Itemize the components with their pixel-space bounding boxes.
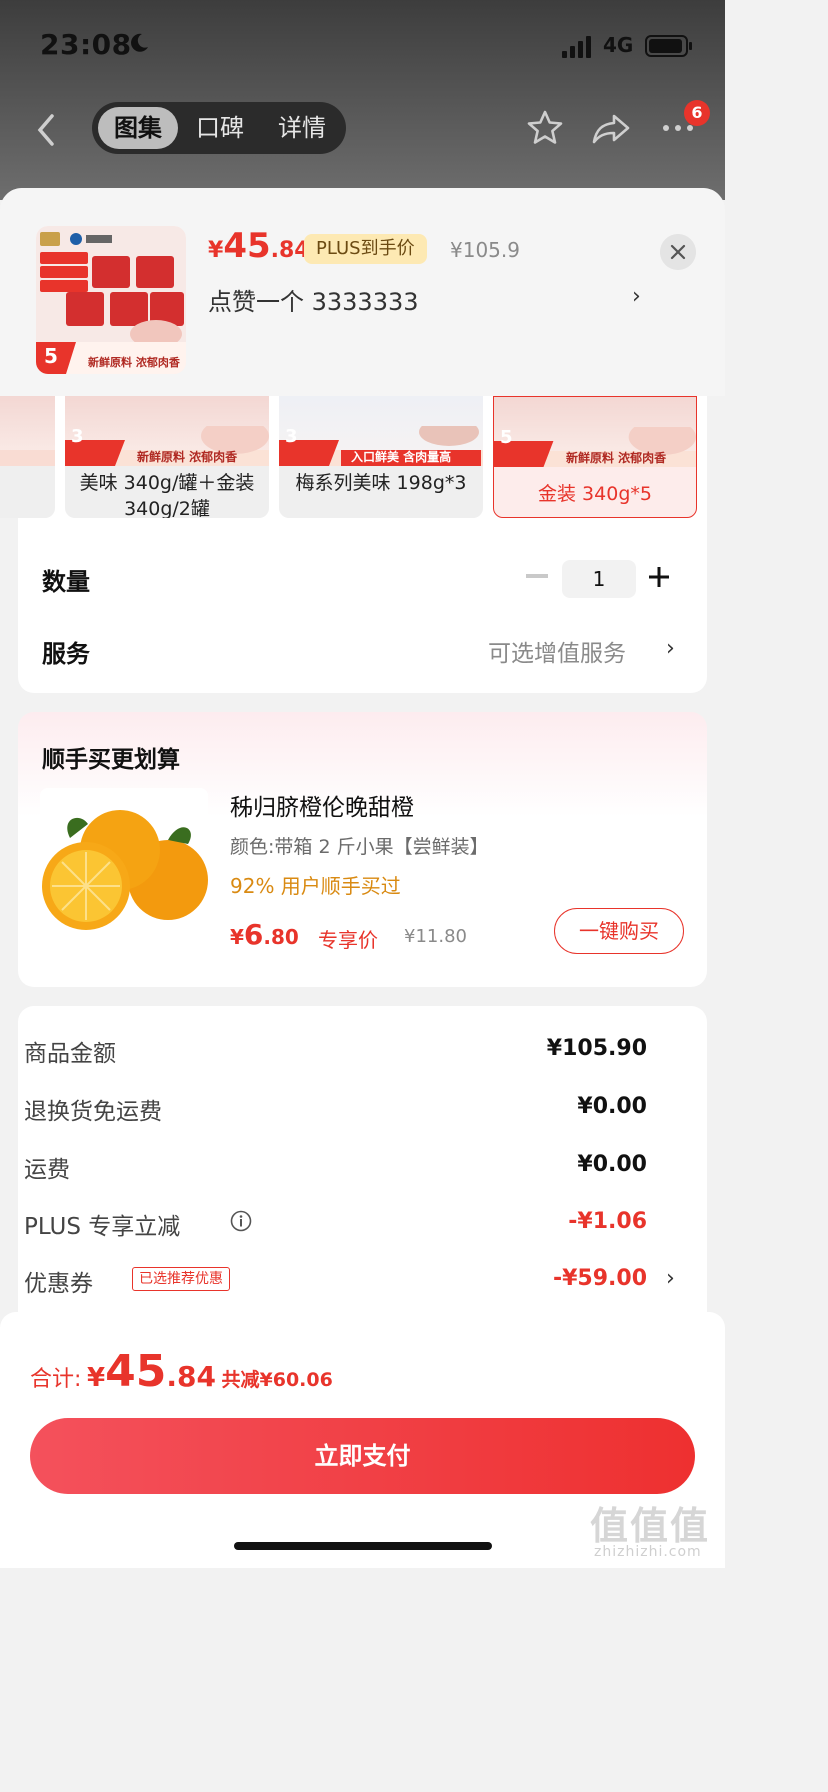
network-type: 4G — [603, 33, 634, 57]
watermark: 值值值 — [590, 1504, 711, 1548]
plus-price-tag: PLUS到手价 — [304, 234, 427, 264]
service-label: 服务 — [42, 640, 90, 668]
summary-value: ¥105.90 — [546, 1036, 647, 1061]
bundle-title: 顺手买更划算 — [42, 747, 180, 773]
battery-icon — [645, 35, 692, 57]
product-image — [36, 226, 186, 374]
home-indicator — [234, 1542, 492, 1550]
price-integer: 45 — [105, 1346, 167, 1397]
quantity-label: 数量 — [42, 568, 90, 596]
share-icon[interactable] — [590, 108, 632, 148]
product-nav-bar: 图集 口碑 详情 6 — [0, 100, 725, 158]
product-thumbnail: 5 新鲜原料 浓郁肉香 — [36, 226, 186, 374]
status-bar: 23:08 4G — [0, 0, 725, 90]
service-value[interactable]: 可选增值服务 — [488, 634, 626, 668]
bundle-price: ¥6.80 — [230, 918, 299, 951]
tab-reviews[interactable]: 口碑 — [180, 107, 260, 149]
tab-details[interactable]: 详情 — [262, 107, 342, 149]
moon-icon — [131, 33, 148, 52]
coupon-tag: 已选推荐优惠 — [132, 1267, 230, 1291]
variant-label: 美味 340g/罐＋金装 340g/2罐 — [79, 472, 255, 518]
variant-option-selected[interactable]: 5 新鲜原料 浓郁肉香 金装 340g*5 — [493, 396, 697, 518]
variant-label: 梅系列美味 198g*3 — [295, 472, 467, 494]
original-price: ¥105.9 — [450, 238, 520, 262]
selected-spec[interactable]: 点赞一个 3333333 — [208, 282, 419, 317]
variant-selector: 3 新鲜原料 浓郁肉香 美味 340g/罐＋金装 340g/2罐 3 入口鲜美 … — [0, 396, 725, 518]
orange-product-image[interactable] — [40, 788, 208, 956]
summary-value[interactable]: -¥59.00 — [553, 1266, 647, 1291]
product-price: ¥45.84 — [208, 226, 310, 266]
summary-label: PLUS 专享立减 — [24, 1214, 181, 1240]
bundle-product-spec: 颜色:带箱 2 斤小果【尝鲜装】 — [230, 836, 489, 858]
variant-option[interactable] — [0, 396, 55, 518]
price-decimal: .80 — [263, 925, 299, 949]
variant-option[interactable]: 3 入口鲜美 含肉量高 梅系列美味 198g*3 — [279, 396, 483, 518]
price-symbol: ¥ — [87, 1363, 106, 1393]
exclusive-price-label: 专享价 — [318, 928, 378, 952]
info-icon[interactable] — [230, 1210, 252, 1232]
summary-value: ¥0.00 — [577, 1094, 647, 1119]
bundle-offer-card: 顺手买更划算 秭归脐橙伦晚甜橙 颜色:带箱 2 斤小果【尝鲜装】 92% 用户顺… — [18, 712, 707, 987]
chevron-right-icon[interactable]: › — [666, 1266, 675, 1291]
summary-value: -¥1.06 — [568, 1209, 647, 1234]
total-label: 合计: — [30, 1367, 82, 1392]
variant-caption: 新鲜原料 浓郁肉香 — [566, 451, 667, 465]
price-decimal: .84 — [166, 1360, 216, 1393]
thumb-caption: 新鲜原料 浓郁肉香 — [88, 356, 180, 369]
total-amount: 合计: ¥45.84 共减¥60.06 — [30, 1346, 333, 1397]
price-integer: 45 — [223, 226, 271, 266]
star-icon[interactable] — [525, 108, 565, 148]
chevron-right-icon[interactable]: › — [666, 636, 675, 661]
summary-value: ¥0.00 — [577, 1152, 647, 1177]
thumb-count: 5 — [44, 344, 58, 368]
tab-gallery[interactable]: 图集 — [98, 107, 178, 149]
checkout-footer: 合计: ¥45.84 共减¥60.06 立即支付 值值值 zhizhizhi.c… — [0, 1312, 725, 1568]
bundle-product-name[interactable]: 秭归脐橙伦晚甜橙 — [230, 788, 414, 822]
summary-label: 优惠券 — [24, 1271, 93, 1297]
bundle-purchase-rate: 92% 用户顺手买过 — [230, 874, 401, 898]
variant-option[interactable]: 3 新鲜原料 浓郁肉香 美味 340g/罐＋金装 340g/2罐 — [65, 396, 269, 518]
back-icon[interactable] — [30, 110, 62, 150]
quantity-input[interactable]: 1 — [562, 560, 636, 598]
pay-now-button[interactable]: 立即支付 — [30, 1418, 695, 1494]
minus-icon[interactable] — [526, 574, 548, 578]
price-integer: 6 — [243, 918, 264, 951]
signal-icon — [562, 36, 591, 58]
price-symbol: ¥ — [208, 238, 224, 263]
chevron-right-icon[interactable]: › — [632, 284, 641, 309]
summary-label: 运费 — [24, 1157, 70, 1183]
variant-label: 金装 340g*5 — [538, 483, 652, 505]
close-icon[interactable] — [660, 234, 696, 270]
total-saved: 共减¥60.06 — [221, 1369, 333, 1391]
product-tabs: 图集 口碑 详情 — [92, 102, 346, 154]
variant-caption: 入口鲜美 含肉量高 — [351, 450, 452, 464]
plus-icon[interactable] — [648, 566, 670, 588]
variant-caption: 新鲜原料 浓郁肉香 — [137, 450, 238, 464]
watermark-url: zhizhizhi.com — [594, 1544, 702, 1560]
one-click-buy-button[interactable]: 一键购买 — [554, 908, 684, 954]
variant-count: 5 — [500, 427, 513, 448]
more-badge: 6 — [684, 100, 710, 126]
status-time: 23:08 — [40, 28, 132, 61]
summary-label: 商品金额 — [24, 1041, 116, 1067]
bundle-original-price: ¥11.80 — [404, 926, 467, 947]
variant-count: 3 — [285, 426, 298, 447]
variant-count: 3 — [71, 426, 84, 447]
selected-product-header: 5 新鲜原料 浓郁肉香 ¥45.84 PLUS到手价 ¥105.9 点赞一个 3… — [0, 188, 725, 396]
price-symbol: ¥ — [230, 925, 244, 949]
summary-label: 退换货免运费 — [24, 1099, 162, 1125]
